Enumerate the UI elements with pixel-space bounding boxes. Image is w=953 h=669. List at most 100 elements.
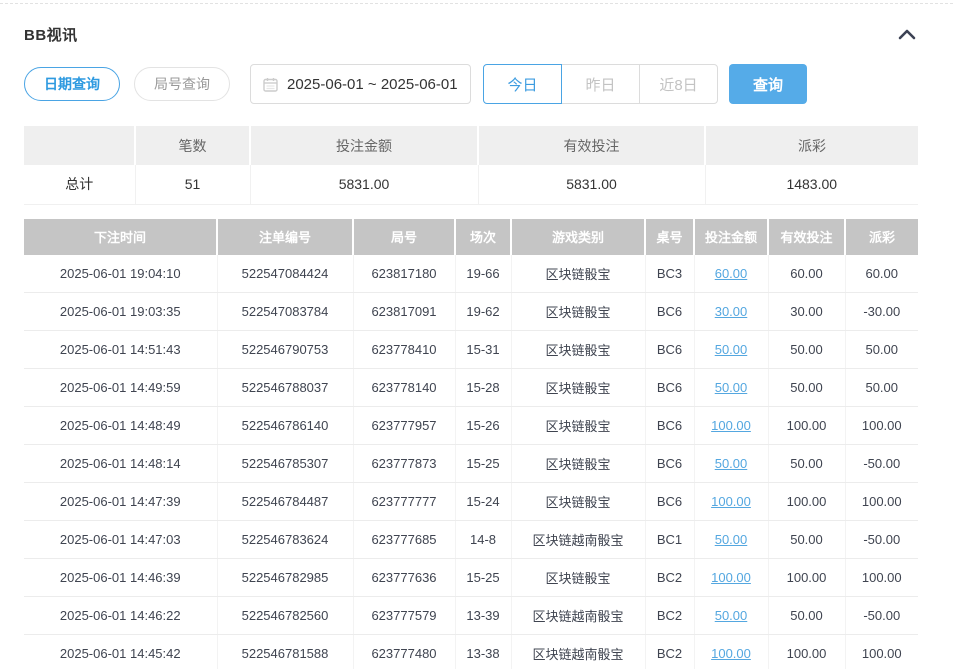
round-no-cell: 623817091 xyxy=(353,293,455,331)
summary-total-row: 总计 51 5831.00 5831.00 1483.00 xyxy=(24,165,918,204)
date-range-input[interactable]: 2025-06-01 ~ 2025-06-01 xyxy=(250,64,471,104)
order-no-cell: 522546782985 xyxy=(217,559,353,597)
bet-time-cell: 2025-06-01 14:49:59 xyxy=(24,369,217,407)
summary-col-bet-amount: 投注金额 xyxy=(250,126,478,165)
bet-time-cell: 2025-06-01 14:47:39 xyxy=(24,483,217,521)
bet-amount-cell: 50.00 xyxy=(694,597,768,635)
bet-amount-link[interactable]: 100.00 xyxy=(711,494,751,509)
round-no-cell: 623777579 xyxy=(353,597,455,635)
bet-amount-link[interactable]: 50.00 xyxy=(715,380,748,395)
game-type-cell: 区块链骰宝 xyxy=(511,369,645,407)
valid-bet-cell: 50.00 xyxy=(768,597,845,635)
panel-header: BB视讯 xyxy=(24,25,918,43)
bet-amount-cell: 100.00 xyxy=(694,559,768,597)
total-payout-cell: 1483.00 xyxy=(705,165,918,204)
game-type-cell: 区块链骰宝 xyxy=(511,445,645,483)
game-type-cell: 区块链骰宝 xyxy=(511,255,645,293)
valid-bet-cell: 60.00 xyxy=(768,255,845,293)
col-header-table-no: 桌号 xyxy=(645,219,694,255)
round-no-cell: 623777636 xyxy=(353,559,455,597)
table-no-cell: BC2 xyxy=(645,635,694,669)
bet-amount-link[interactable]: 100.00 xyxy=(711,570,751,585)
table-row: 2025-06-01 14:48:49522546786140623777957… xyxy=(24,407,918,445)
payout-cell: 100.00 xyxy=(845,407,918,445)
col-header-game-type: 游戏类别 xyxy=(511,219,645,255)
bet-amount-link[interactable]: 50.00 xyxy=(715,456,748,471)
summary-table: 笔数 投注金额 有效投注 派彩 总计 51 5831.00 5831.00 14… xyxy=(24,126,918,205)
bet-amount-link[interactable]: 30.00 xyxy=(715,304,748,319)
table-no-cell: BC6 xyxy=(645,293,694,331)
bet-amount-link[interactable]: 60.00 xyxy=(715,266,748,281)
col-header-round-no: 局号 xyxy=(353,219,455,255)
bet-amount-link[interactable]: 50.00 xyxy=(715,608,748,623)
valid-bet-cell: 30.00 xyxy=(768,293,845,331)
game-type-cell: 区块链骰宝 xyxy=(511,559,645,597)
bet-amount-cell: 50.00 xyxy=(694,521,768,559)
payout-cell: 100.00 xyxy=(845,559,918,597)
bet-time-cell: 2025-06-01 19:03:35 xyxy=(24,293,217,331)
game-type-cell: 区块链骰宝 xyxy=(511,483,645,521)
quick-yesterday-button[interactable]: 昨日 xyxy=(561,64,640,104)
bet-amount-link[interactable]: 50.00 xyxy=(715,342,748,357)
round-no-cell: 623777957 xyxy=(353,407,455,445)
bet-amount-link[interactable]: 50.00 xyxy=(715,532,748,547)
top-dashed-divider xyxy=(0,3,953,4)
round-no-cell: 623777873 xyxy=(353,445,455,483)
round-no-cell: 623778410 xyxy=(353,331,455,369)
round-no-cell: 623778140 xyxy=(353,369,455,407)
tab-date-query[interactable]: 日期查询 xyxy=(24,67,120,101)
table-no-cell: BC1 xyxy=(645,521,694,559)
order-no-cell: 522546783624 xyxy=(217,521,353,559)
table-no-cell: BC6 xyxy=(645,369,694,407)
bet-amount-link[interactable]: 100.00 xyxy=(711,418,751,433)
quick-last8days-button[interactable]: 近8日 xyxy=(639,64,718,104)
summary-col-empty xyxy=(24,126,135,165)
session-cell: 13-38 xyxy=(455,635,511,669)
summary-col-valid-bet: 有效投注 xyxy=(478,126,705,165)
col-header-bet-time: 下注时间 xyxy=(24,219,217,255)
session-cell: 19-66 xyxy=(455,255,511,293)
bet-amount-cell: 100.00 xyxy=(694,483,768,521)
quick-today-button[interactable]: 今日 xyxy=(483,64,562,104)
payout-cell: -50.00 xyxy=(845,445,918,483)
valid-bet-cell: 50.00 xyxy=(768,521,845,559)
bet-time-cell: 2025-06-01 14:46:39 xyxy=(24,559,217,597)
bet-amount-cell: 100.00 xyxy=(694,635,768,669)
round-no-cell: 623777685 xyxy=(353,521,455,559)
bet-time-cell: 2025-06-01 14:51:43 xyxy=(24,331,217,369)
records-header-row: 下注时间 注单编号 局号 场次 游戏类别 桌号 投注金额 有效投注 派彩 xyxy=(24,219,918,255)
round-no-cell: 623817180 xyxy=(353,255,455,293)
table-no-cell: BC6 xyxy=(645,331,694,369)
tab-round-query[interactable]: 局号查询 xyxy=(134,67,230,101)
session-cell: 13-39 xyxy=(455,597,511,635)
valid-bet-cell: 100.00 xyxy=(768,559,845,597)
game-type-cell: 区块链越南骰宝 xyxy=(511,597,645,635)
table-no-cell: BC6 xyxy=(645,483,694,521)
session-cell: 19-62 xyxy=(455,293,511,331)
panel-title: BB视讯 xyxy=(24,24,78,45)
valid-bet-cell: 50.00 xyxy=(768,369,845,407)
payout-cell: 50.00 xyxy=(845,369,918,407)
col-header-bet-amount: 投注金额 xyxy=(694,219,768,255)
order-no-cell: 522546781588 xyxy=(217,635,353,669)
order-no-cell: 522546782560 xyxy=(217,597,353,635)
game-type-cell: 区块链越南骰宝 xyxy=(511,635,645,669)
bet-amount-cell: 50.00 xyxy=(694,445,768,483)
bet-time-cell: 2025-06-01 14:48:49 xyxy=(24,407,217,445)
round-no-cell: 623777480 xyxy=(353,635,455,669)
payout-cell: 100.00 xyxy=(845,483,918,521)
game-type-cell: 区块链骰宝 xyxy=(511,407,645,445)
game-type-cell: 区块链骰宝 xyxy=(511,293,645,331)
total-count-cell: 51 xyxy=(135,165,250,204)
table-no-cell: BC3 xyxy=(645,255,694,293)
bet-amount-cell: 60.00 xyxy=(694,255,768,293)
valid-bet-cell: 100.00 xyxy=(768,635,845,669)
session-cell: 15-24 xyxy=(455,483,511,521)
valid-bet-cell: 50.00 xyxy=(768,445,845,483)
collapse-chevron-up-icon[interactable] xyxy=(896,29,918,40)
filter-toolbar: 日期查询 局号查询 2025-06-01 ~ 2025-06-01 今日 昨日 … xyxy=(24,64,918,104)
records-table: 下注时间 注单编号 局号 场次 游戏类别 桌号 投注金额 有效投注 派彩 202… xyxy=(24,219,918,669)
bet-amount-link[interactable]: 100.00 xyxy=(711,646,751,661)
table-no-cell: BC2 xyxy=(645,559,694,597)
search-button[interactable]: 查询 xyxy=(729,64,807,104)
